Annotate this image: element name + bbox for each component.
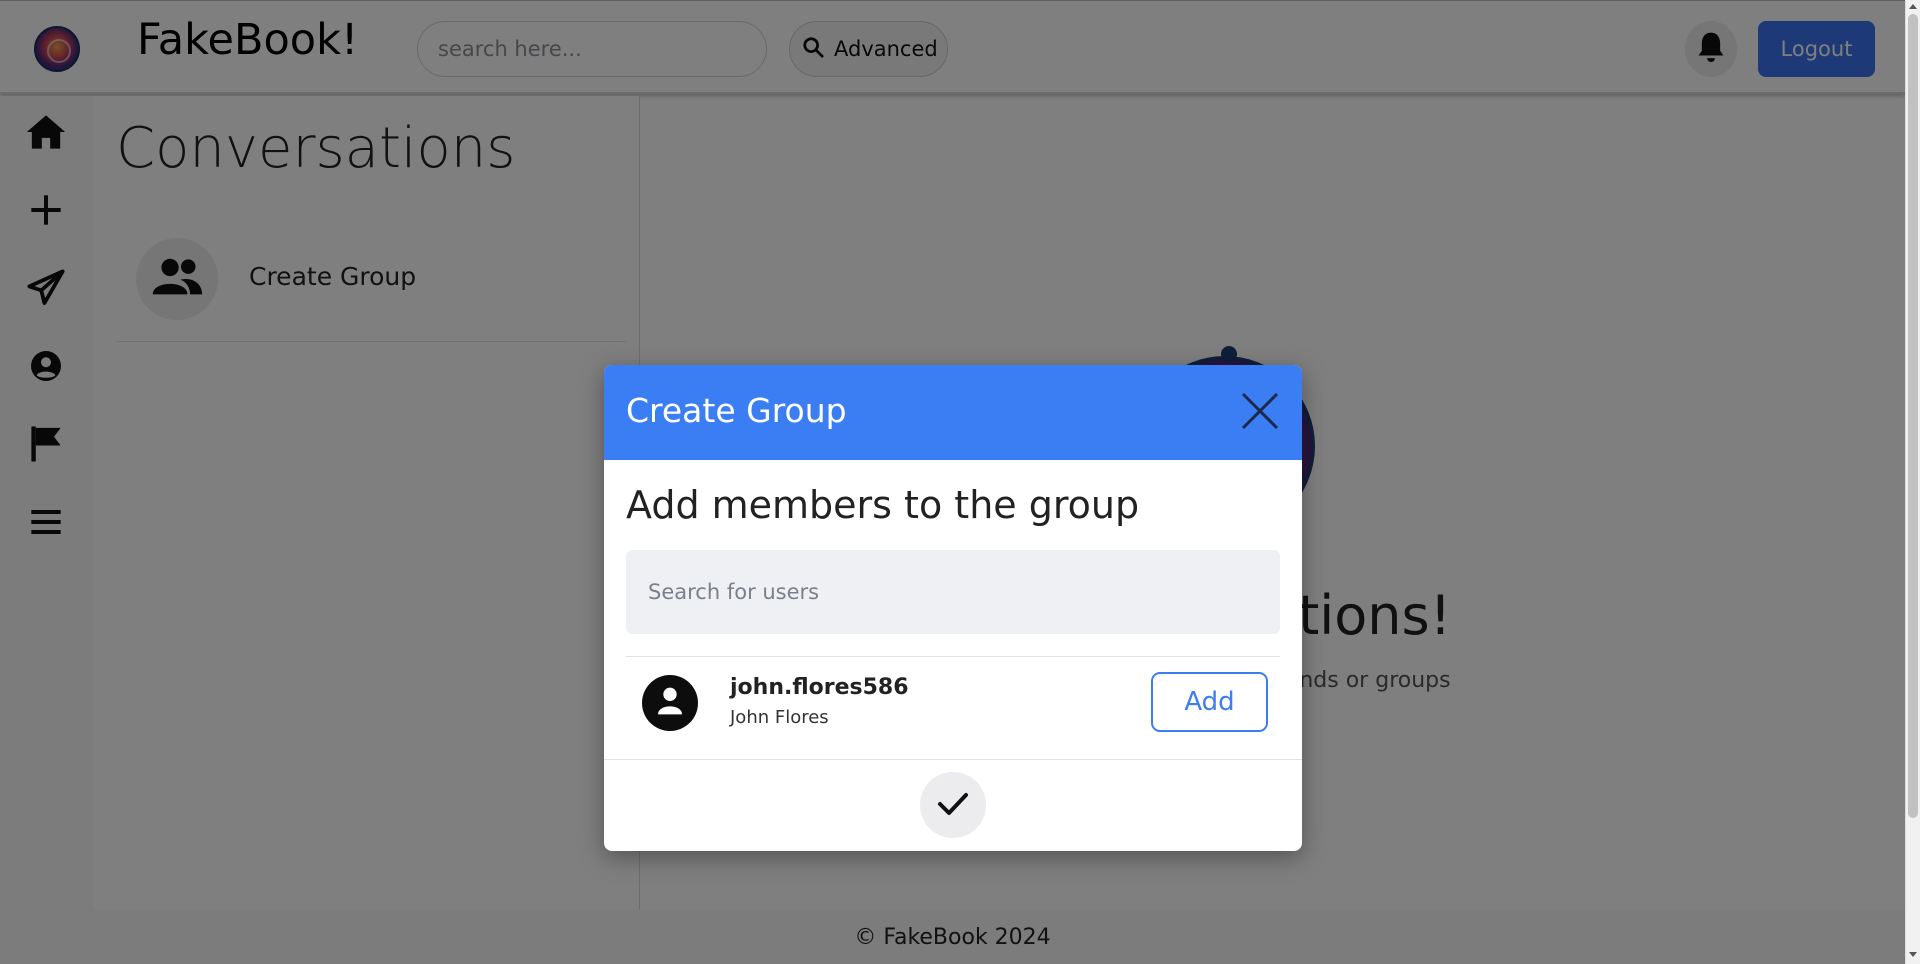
user-search-input[interactable] [626,550,1280,634]
modal-subtitle: Add members to the group [626,483,1140,527]
scroll-thumb[interactable] [1908,14,1918,818]
modal-footer [604,759,1302,851]
checkmark-icon [937,791,969,820]
scroll-down-arrow[interactable] [1909,952,1917,957]
add-member-button[interactable]: Add [1151,672,1268,732]
modal-close-button[interactable] [1240,391,1280,431]
modal-header: Create Group [604,365,1302,460]
confirm-group-button[interactable] [920,772,986,838]
user-result-row: john.flores586 John Flores Add [626,656,1280,758]
avatar [642,675,698,731]
user-full-name: John Flores [730,707,829,728]
user-icon [654,685,686,721]
close-icon [1240,392,1280,434]
page-scrollbar[interactable] [1905,0,1920,964]
modal-title: Create Group [626,391,847,430]
user-handle: john.flores586 [730,675,909,700]
scroll-up-arrow[interactable] [1909,4,1917,9]
create-group-modal: Create Group Add members to the group jo… [604,365,1302,851]
